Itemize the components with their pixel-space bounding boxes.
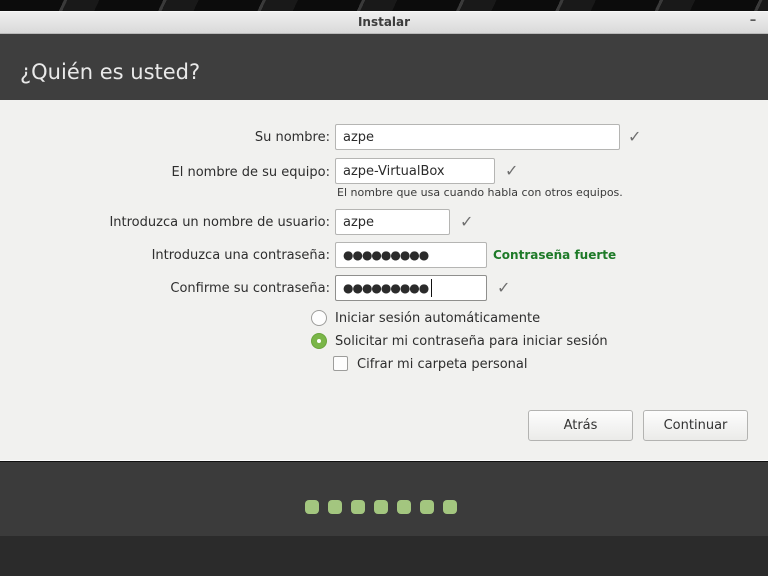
auto-login-radio[interactable] [311, 310, 327, 326]
require-password-label: Solicitar mi contraseña para iniciar ses… [335, 334, 608, 349]
encrypt-home-checkbox[interactable] [333, 356, 348, 371]
slideshow-panel [0, 462, 768, 536]
continue-button[interactable]: Continuar [643, 410, 748, 441]
username-input[interactable] [335, 209, 450, 235]
page-title: ¿Quién es usted? [20, 60, 201, 84]
password-strength-text: Contraseña fuerte [493, 248, 617, 262]
back-button[interactable]: Atrás [528, 410, 633, 441]
hostname-input[interactable] [335, 158, 495, 184]
minimize-button[interactable]: – [744, 12, 762, 33]
text-cursor [431, 279, 432, 297]
slideshow-dot [305, 500, 319, 514]
encrypt-home-label: Cifrar mi carpeta personal [357, 357, 528, 372]
slideshow-dot [351, 500, 365, 514]
require-password-radio[interactable] [311, 333, 327, 349]
auto-login-label: Iniciar sesión automáticamente [335, 311, 541, 326]
window-title: Instalar [357, 15, 411, 29]
confirm-ok-check-icon: ✓ [497, 278, 511, 297]
slideshow-dot [420, 500, 434, 514]
window-titlebar[interactable]: Instalar – [0, 11, 768, 34]
hostname-ok-check-icon: ✓ [505, 161, 519, 180]
slideshow-dot [443, 500, 457, 514]
username-ok-check-icon: ✓ [460, 212, 474, 231]
slideshow-dots [0, 500, 762, 514]
slideshow-dot [397, 500, 411, 514]
name-label: Su nombre: [254, 130, 330, 145]
slideshow-dot [374, 500, 388, 514]
name-ok-check-icon: ✓ [628, 127, 642, 146]
hostname-helper-text: El nombre que usa cuando habla con otros… [337, 186, 623, 199]
confirm-password-label: Confirme su contraseña: [170, 281, 330, 296]
name-input[interactable] [335, 124, 620, 150]
page-header: ¿Quién es usted? [0, 34, 768, 100]
taskbar: m $_ 16:11 [0, 536, 768, 576]
password-label: Introduzca una contraseña: [151, 248, 330, 263]
slideshow-dot [328, 500, 342, 514]
username-label: Introduzca un nombre de usuario: [109, 215, 330, 230]
screen: Instalar – ¿Quién es usted? Su nombre: ✓… [0, 0, 768, 576]
password-input[interactable] [335, 242, 487, 268]
confirm-password-input[interactable] [335, 275, 487, 301]
hostname-label: El nombre de su equipo: [171, 165, 330, 180]
